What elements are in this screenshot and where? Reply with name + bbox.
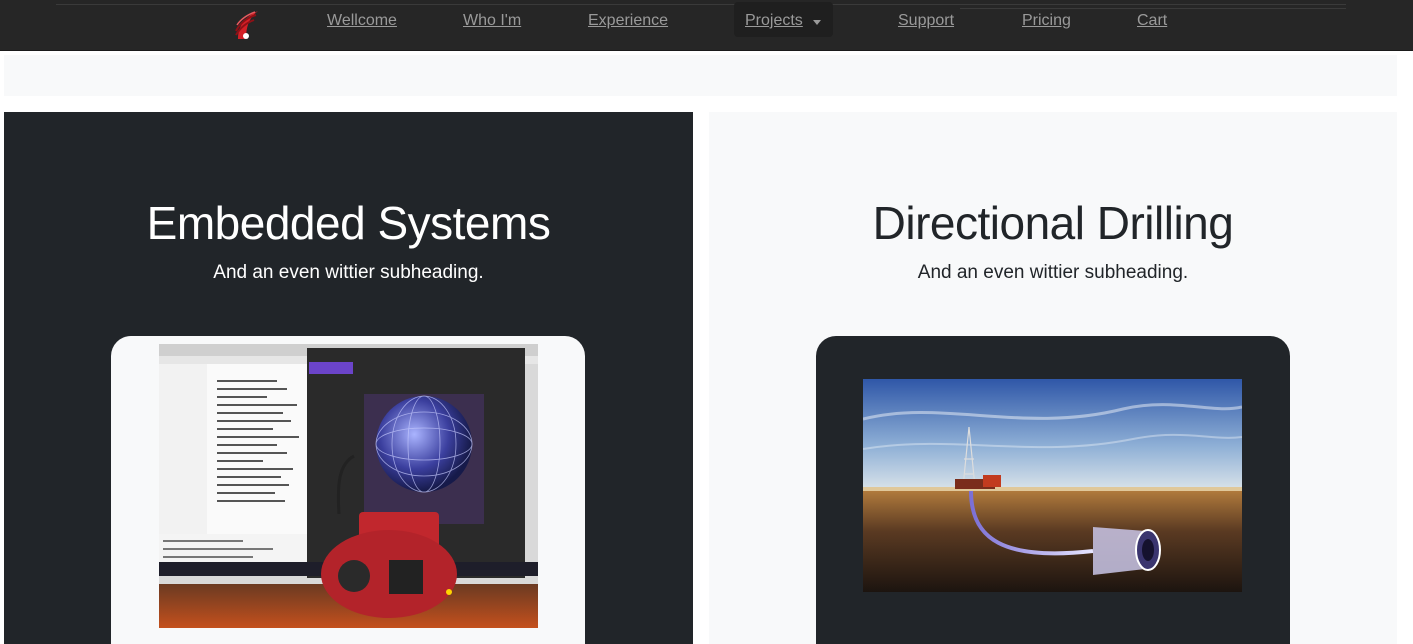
brand-logo-icon[interactable] (234, 9, 260, 41)
panel-subtitle: And an even wittier subheading. (917, 262, 1189, 283)
panel-subtitle: And an even wittier subheading. (213, 262, 484, 283)
drilling-rig-illustration (863, 379, 1242, 592)
top-navbar: Wellcome Who I'm Experience Projects Sup… (0, 0, 1413, 51)
feature-panel-drilling: Directional Drilling And an even wittier… (709, 112, 1397, 644)
nav-link-support[interactable]: Support (898, 12, 954, 30)
nav-link-wellcome[interactable]: Wellcome (327, 12, 397, 30)
panel-title: Embedded Systems (146, 197, 551, 249)
image-card (111, 336, 585, 644)
nav-link-pricing[interactable]: Pricing (1022, 12, 1071, 30)
image-card (816, 336, 1290, 644)
page-banner-strip (4, 55, 1397, 96)
navbar-right-rule (960, 0, 1346, 9)
nav-link-experience[interactable]: Experience (588, 12, 668, 30)
nav-dropdown-projects[interactable]: Projects (734, 2, 833, 37)
panel-title: Directional Drilling (872, 197, 1234, 249)
chevron-down-icon (813, 20, 821, 25)
embedded-board-photo (159, 344, 538, 628)
nav-link-projects[interactable]: Projects (745, 12, 803, 30)
feature-panel-embedded: Embedded Systems And an even wittier sub… (4, 112, 693, 644)
nav-link-who-im[interactable]: Who I'm (463, 12, 521, 30)
nav-link-cart[interactable]: Cart (1137, 12, 1167, 30)
